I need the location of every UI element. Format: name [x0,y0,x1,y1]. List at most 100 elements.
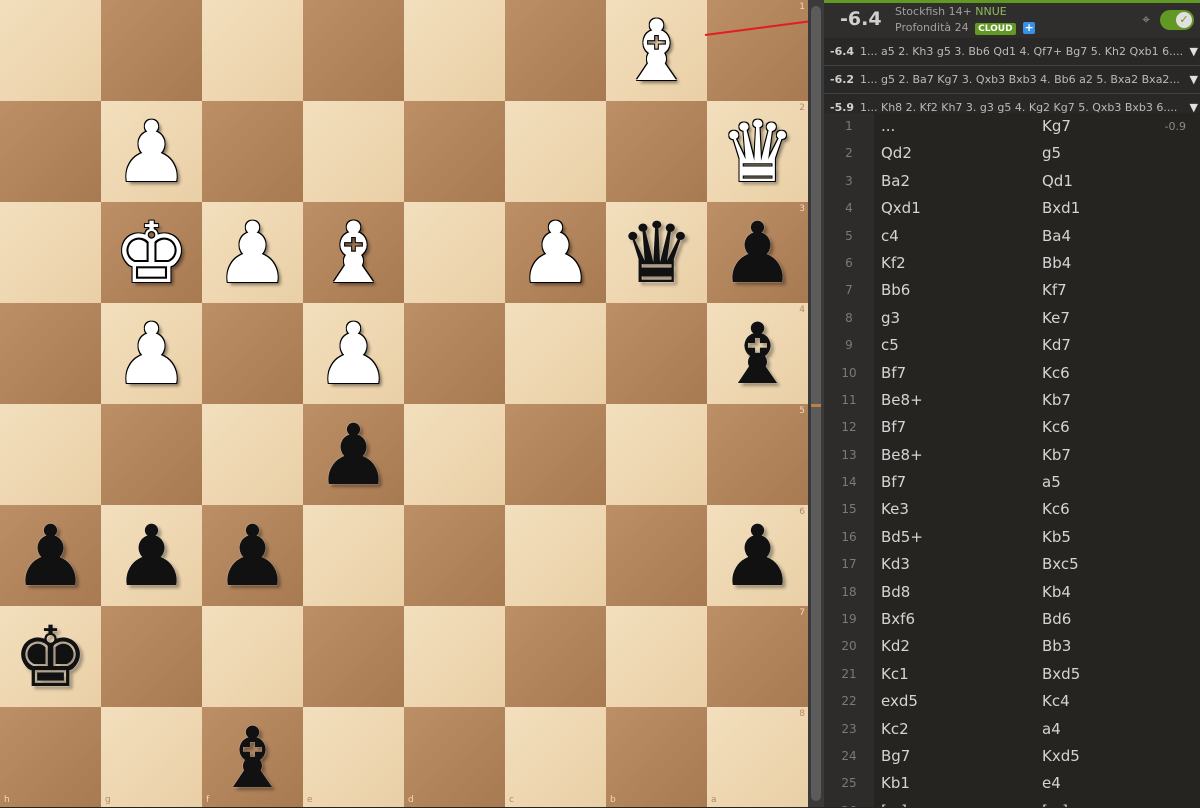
square-h3[interactable] [0,202,101,303]
square-h7[interactable]: ♚ [0,606,101,707]
engine-toggle[interactable]: ✓ [1160,10,1194,30]
white-bishop-icon[interactable]: ♝ [606,0,707,101]
square-g5[interactable] [101,404,202,505]
white-move[interactable]: Kb1 [881,770,910,797]
square-b1[interactable]: ♝ [606,0,707,101]
black-move[interactable]: Kg7 [1042,113,1071,140]
square-b5[interactable] [606,404,707,505]
black-move[interactable]: Kb7 [1042,387,1071,414]
square-f8[interactable]: f ♝ [202,707,303,807]
square-g6[interactable]: ♟ [101,505,202,606]
white-bishop-icon[interactable]: ♝ [303,202,404,303]
black-move[interactable]: Ke7 [1042,305,1070,332]
square-e3[interactable]: ♝ [303,202,404,303]
white-move[interactable]: g3 [881,305,900,332]
square-d8[interactable]: d [404,707,505,807]
square-b8[interactable]: b [606,707,707,807]
white-move[interactable]: Qd2 [881,140,912,167]
square-e7[interactable] [303,606,404,707]
white-move[interactable]: ... [881,113,895,140]
white-move[interactable]: Kf2 [881,250,906,277]
square-f3[interactable]: ♟ [202,202,303,303]
square-c4[interactable] [505,303,606,404]
white-move[interactable]: Bg7 [881,743,910,770]
square-b6[interactable] [606,505,707,606]
square-d4[interactable] [404,303,505,404]
square-h6[interactable]: ♟ [0,505,101,606]
white-pawn-icon[interactable]: ♟ [505,202,606,303]
black-move[interactable]: Kc6 [1042,496,1070,523]
white-move[interactable]: exd5 [881,688,918,715]
square-b3[interactable]: ♛ [606,202,707,303]
board-resize-rail[interactable] [808,0,824,807]
white-pawn-icon[interactable]: ♟ [101,303,202,404]
square-e8[interactable]: e [303,707,404,807]
square-d3[interactable] [404,202,505,303]
target-icon[interactable]: ⌖ [1142,12,1150,28]
square-b2[interactable] [606,101,707,202]
black-bishop-icon[interactable]: ♝ [202,707,303,808]
white-pawn-icon[interactable]: ♟ [202,202,303,303]
black-queen-icon[interactable]: ♛ [606,202,707,303]
white-move[interactable]: Bf7 [881,360,906,387]
black-move[interactable]: a5 [1042,469,1061,496]
square-d2[interactable] [404,101,505,202]
square-f4[interactable] [202,303,303,404]
white-move[interactable]: Ke3 [881,496,909,523]
square-c5[interactable] [505,404,606,505]
square-a1[interactable]: 1 [707,0,808,101]
square-e2[interactable] [303,101,404,202]
black-move[interactable]: Bxd1 [1042,195,1080,222]
black-pawn-icon[interactable]: ♟ [707,505,808,606]
white-move[interactable]: Kc1 [881,661,909,688]
white-move[interactable]: Kd3 [881,551,910,578]
square-a2[interactable]: 2 ♛ [707,101,808,202]
white-queen-icon[interactable]: ♛ [707,101,808,202]
black-move[interactable]: Bb4 [1042,250,1071,277]
pv-line[interactable]: -6.2 1... g5 2. Ba7 Kg7 3. Qxb3 Bxb3 4. B… [824,66,1200,94]
square-a5[interactable]: 5 [707,404,808,505]
white-move[interactable]: Bd8 [881,579,910,606]
white-move[interactable]: Kd2 [881,633,910,660]
black-move[interactable]: g5 [1042,140,1061,167]
black-pawn-icon[interactable]: ♟ [0,505,101,606]
square-c6[interactable] [505,505,606,606]
square-h5[interactable] [0,404,101,505]
black-move[interactable]: Kxd5 [1042,743,1080,770]
white-pawn-icon[interactable]: ♟ [303,303,404,404]
chess-board[interactable]: ♝ 1 ♟ 2 ♛ ♚ ♟ ♝ ♟ ♛ 3 ♟ ♟ ♟ 4 ♝ ♟ 5 ♟ ♟ ♟ 6 ♟ ♚ 7 h g f ♝ e d c b 8 a [0,0,808,807]
square-h8[interactable]: h [0,707,101,807]
square-d5[interactable] [404,404,505,505]
black-move[interactable]: e4 [1042,770,1061,797]
white-move[interactable]: Bb6 [881,277,910,304]
black-move[interactable]: Kc4 [1042,688,1070,715]
white-move[interactable]: c4 [881,223,899,250]
chevron-down-icon[interactable]: ▼ [1190,66,1198,93]
square-d1[interactable] [404,0,505,101]
square-f6[interactable]: ♟ [202,505,303,606]
black-move[interactable]: a4 [1042,716,1061,743]
square-b4[interactable] [606,303,707,404]
black-move[interactable]: Bb3 [1042,633,1071,660]
plus-icon[interactable]: + [1023,22,1036,34]
black-move[interactable]: Bxd5 [1042,661,1080,688]
white-move[interactable]: Be8+ [881,387,923,414]
square-f7[interactable] [202,606,303,707]
black-pawn-icon[interactable]: ♟ [202,505,303,606]
black-move[interactable]: Kb7 [1042,442,1071,469]
black-pawn-icon[interactable]: ♟ [707,202,808,303]
square-b7[interactable] [606,606,707,707]
black-move[interactable]: Ba4 [1042,223,1071,250]
square-g2[interactable]: ♟ [101,101,202,202]
pv-line[interactable]: -6.4 1... a5 2. Kh3 g5 3. Bb6 Qd1 4. Qf7+… [824,38,1200,66]
square-c1[interactable] [505,0,606,101]
square-c3[interactable]: ♟ [505,202,606,303]
square-a7[interactable]: 7 [707,606,808,707]
square-f1[interactable] [202,0,303,101]
black-move[interactable]: Kb4 [1042,579,1071,606]
square-c7[interactable] [505,606,606,707]
white-move[interactable]: Bf7 [881,469,906,496]
square-f5[interactable] [202,404,303,505]
black-move[interactable]: Kf7 [1042,277,1067,304]
white-king-icon[interactable]: ♚ [101,202,202,303]
